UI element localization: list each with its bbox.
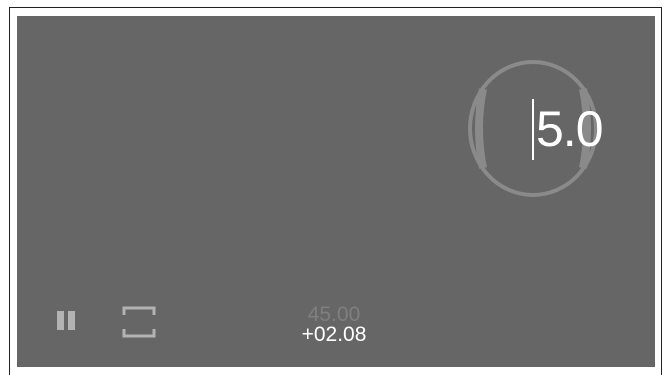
text-caret: [532, 99, 534, 160]
video-player[interactable]: 5.0 45.00 +02.08: [17, 16, 655, 367]
time-readout: 45.00 +02.08: [289, 303, 379, 346]
pause-icon-bar: [68, 311, 75, 330]
pause-button[interactable]: [57, 311, 76, 330]
speed-dial[interactable]: 5.0: [467, 59, 604, 198]
dial-value[interactable]: 5.0: [536, 100, 604, 158]
readout-offset-value: +02.08: [301, 323, 367, 346]
fullscreen-icon: [122, 306, 156, 338]
pause-icon: [57, 311, 64, 330]
fullscreen-button[interactable]: [122, 306, 156, 338]
